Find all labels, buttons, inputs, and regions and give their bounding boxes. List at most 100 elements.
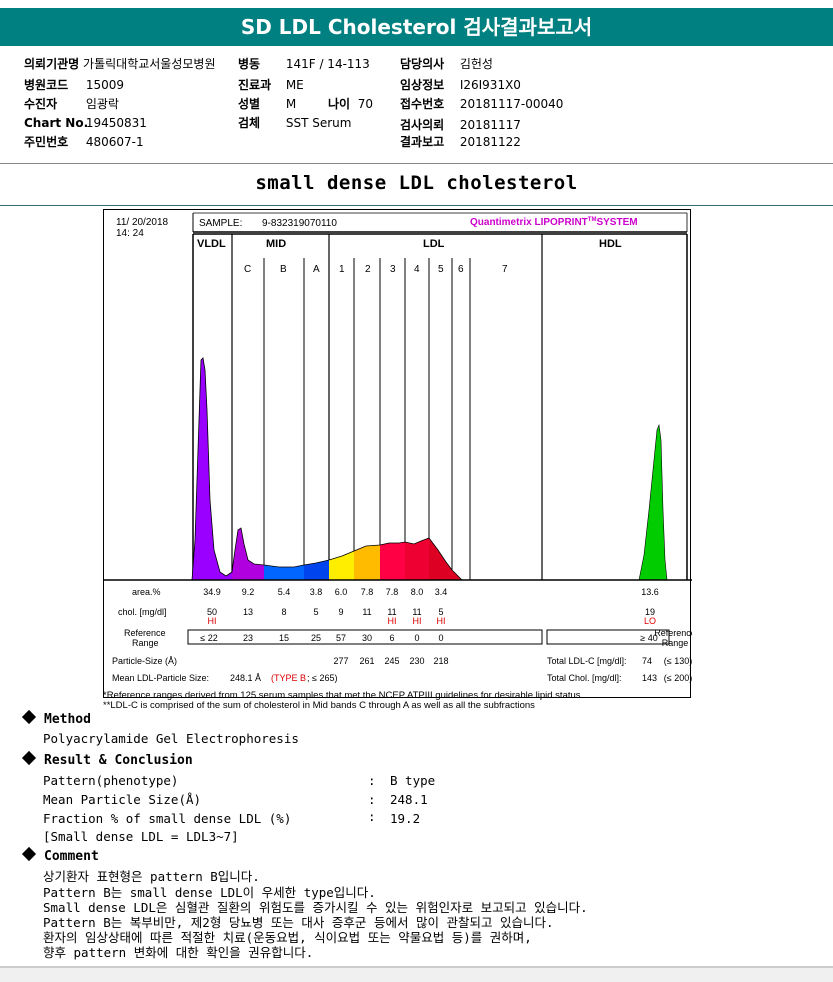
chol-2: 11 [362,607,371,617]
group-mid: MID [266,238,286,250]
result-heading: Result & Conclusion [20,750,193,768]
info-chart-no: Chart No. 19450831 [24,116,147,130]
ref-3: 6 [389,633,394,643]
particle-1: 277 [333,656,348,666]
flag-4: HI [413,616,422,626]
row-ref-label-2: Range [132,638,159,648]
total-ldl-ref: (≤ 130) [664,656,692,666]
section-rule [0,205,833,206]
row-chol-label: chol. [mg/dl] [118,607,167,617]
footnote-2: **LDL-C is comprised of the sum of chole… [103,700,535,711]
bottom-rule [0,966,833,968]
particle-2: 261 [359,656,374,666]
report-title: SD LDL Cholesterol 검사결과보고서 [0,8,833,46]
ref-c: 23 [243,633,253,643]
particle-4: 230 [409,656,424,666]
info-receipt-no: 접수번호 20181117-00040 [400,97,564,111]
brand-name: Quantimetrix LIPOPRINTTMSYSTEM [470,217,638,228]
area-b: 5.4 [278,587,291,597]
mean-ldl-label: Mean LDL-Particle Size: [112,673,209,683]
lipoprint-svg: 11/ 20/2018 14: 24 SAMPLE: 9-83231907011… [104,212,692,683]
ref-2: 30 [362,633,372,643]
band-label-5: 5 [438,264,444,275]
chol-1: 9 [338,607,343,617]
info-doctor: 담당의사 김헌성 [400,57,493,71]
row-area-label: area.% [132,587,161,597]
ref-4: 0 [414,633,419,643]
band-label-7: 7 [502,264,508,275]
chol-a: 5 [313,607,318,617]
area-c: 9.2 [242,587,255,597]
comment-heading: Comment [20,846,99,864]
info-patient: 수진자 임광락 [24,97,119,111]
flag-vldl: HI [208,616,217,626]
report-time: 14: 24 [116,228,144,239]
row-ref-label-1: Reference [124,628,166,638]
result-label-fraction: Fraction % of small dense LDL (%) [43,811,292,826]
info-report-date: 결과보고 20181122 [400,135,521,149]
chol-c: 13 [243,607,253,617]
flag-hdl: LO [644,616,656,626]
ref-vldl: ≤ 22 [200,633,217,643]
total-chol-label: Total Chol. [mg/dl]: [547,673,622,683]
band-label-1: 1 [339,264,345,275]
info-sex: 성별 M [238,97,297,111]
total-ldl-label: Total LDL-C [mg/dl]: [547,656,627,666]
band-label-a: A [313,264,320,275]
row-ref-right-2: Range [662,638,689,648]
comment-line-6: 향후 pattern 변화에 대한 확인을 권유합니다. [43,945,314,960]
area-a: 3.8 [310,587,323,597]
result-colon: : [368,809,376,824]
area-4: 8.0 [411,587,424,597]
particle-size-label: Particle-Size (Å) [112,656,177,666]
total-ldl-value: 74 [642,656,652,666]
band-label-6: 6 [458,264,464,275]
mean-ldl-value: 248.1 Å [230,673,261,683]
ref-b: 15 [279,633,289,643]
area-vldl: 34.9 [203,587,221,597]
result-colon: : [368,773,376,788]
ref-5: 0 [438,633,443,643]
group-ldl: LDL [423,238,445,250]
diamond-bullet-icon [21,709,37,725]
info-resident-no: 주민번호 480607-1 [24,135,144,149]
info-divider [0,163,833,164]
info-hospital-code: 병원코드 15009 [24,78,125,92]
chol-b: 8 [281,607,286,617]
result-note: [Small dense LDL = LDL3~7] [43,829,239,844]
band-label-4: 4 [414,264,420,275]
section-title: small dense LDL cholesterol [255,172,578,194]
particle-5: 218 [433,656,448,666]
area-3: 7.8 [386,587,399,597]
mean-ldl-type: (TYPE B [271,673,306,683]
total-chol-value: 143 [642,673,657,683]
method-text: Polyacrylamide Gel Electrophoresis [43,731,299,746]
area-2: 7.8 [361,587,374,597]
ref-1: 57 [336,633,346,643]
result-value-fraction: 19.2 [390,811,421,826]
ref-a: 25 [311,633,321,643]
report-date: 11/ 20/2018 [116,217,169,228]
lipoprint-report: 11/ 20/2018 14: 24 SAMPLE: 9-83231907011… [103,209,692,698]
info-age: 나이 70 [328,97,374,111]
diamond-bullet-icon [21,846,37,862]
particle-3: 245 [384,656,399,666]
flag-5: HI [437,616,446,626]
flag-3: HI [388,616,397,626]
info-clinical: 임상정보 I26I931X0 [400,78,521,92]
result-label-size: Mean Particle Size(Å) [43,792,202,807]
info-department: 진료과 ME [238,78,304,92]
area-1: 6.0 [335,587,348,597]
info-ward: 병동 141F / 14-113 [238,57,370,71]
total-chol-ref: (≤ 200) [664,673,692,683]
result-label-pattern: Pattern(phenotype) [43,773,179,788]
sample-label: SAMPLE: [199,218,242,229]
info-request-date: 검사의뢰 20181117 [400,118,521,132]
result-value-size: 248.1 [390,792,428,807]
hdl-peak [638,423,668,581]
band-label-2: 2 [365,264,371,275]
band-label-c: C [244,264,251,275]
area-5: 3.4 [435,587,448,597]
result-value-pattern: B type [390,773,436,788]
diamond-bullet-icon [21,750,37,766]
